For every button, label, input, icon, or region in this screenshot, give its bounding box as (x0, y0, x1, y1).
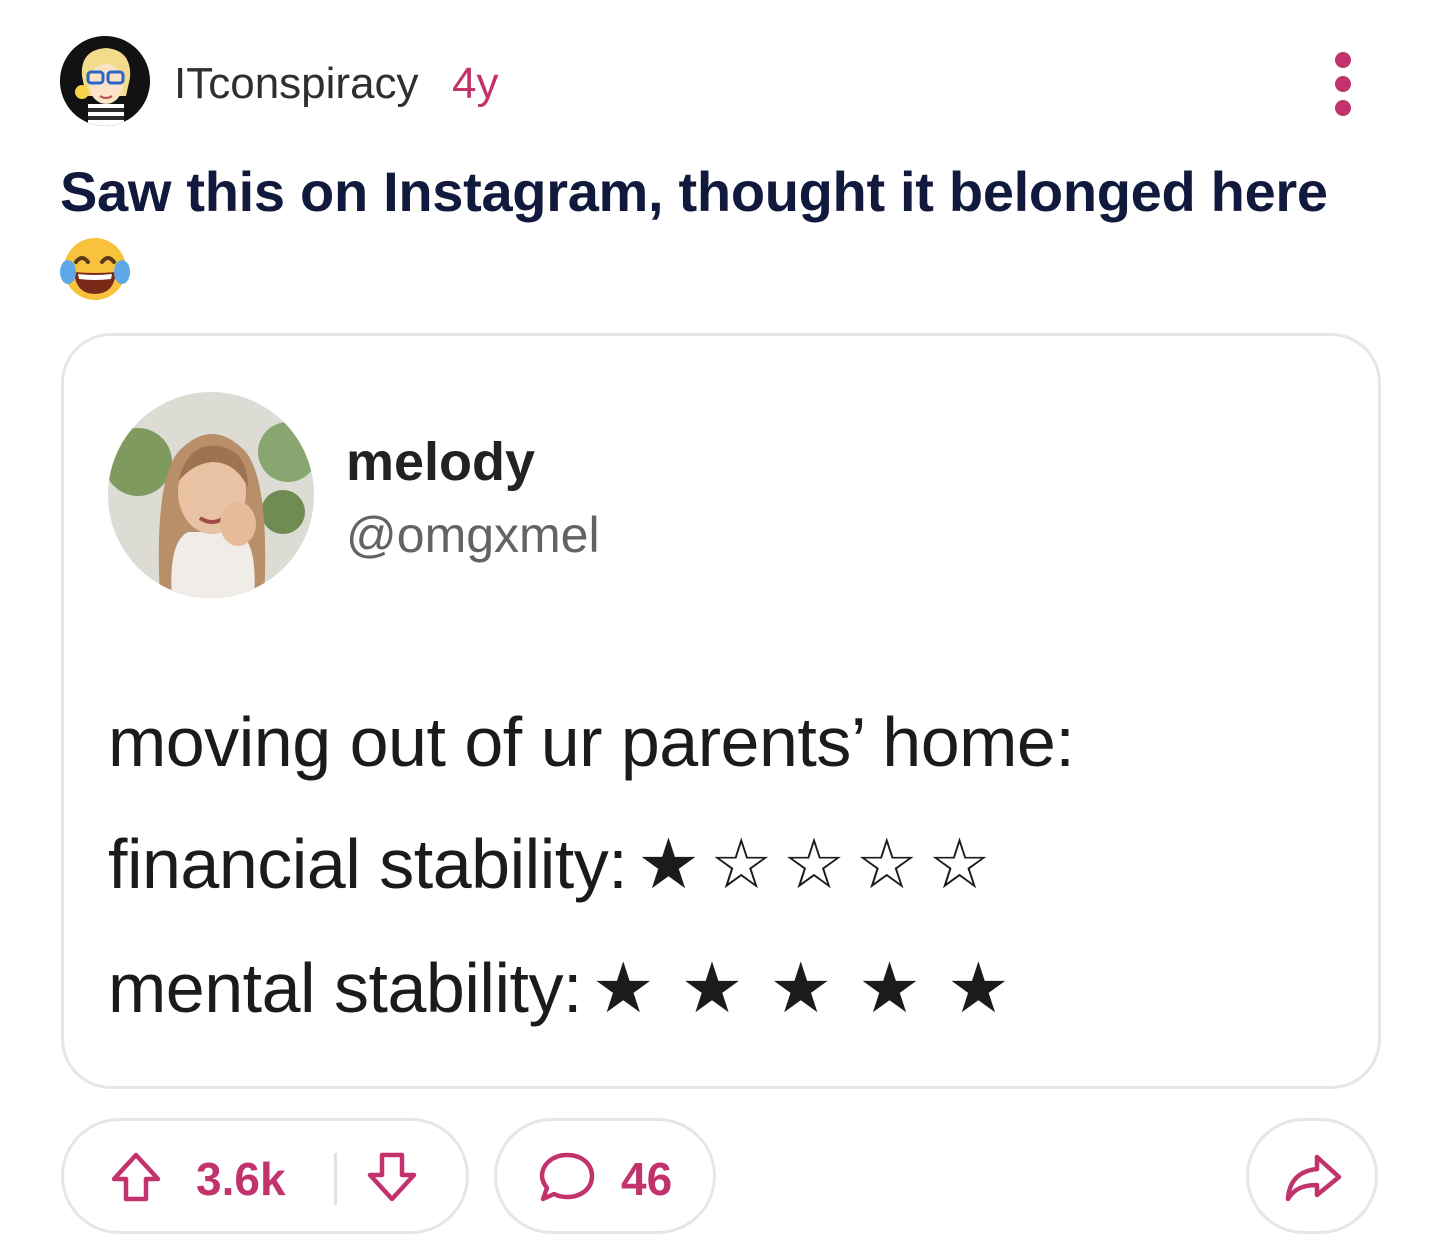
cartoon-avatar-icon (60, 36, 150, 126)
face-with-tears-of-joy-icon (60, 238, 130, 300)
comment-count: 46 (621, 1153, 673, 1205)
financial-stability-line: financial stability: ★☆☆☆☆ (108, 822, 1001, 906)
post-title[interactable]: Saw this on Instagram, thought it belong… (60, 158, 1390, 226)
comments-button[interactable]: 46 (494, 1118, 716, 1234)
arrow-down-icon[interactable] (360, 1145, 424, 1209)
mental-stability-label: mental stability: (108, 949, 582, 1027)
financial-stability-stars: ★☆☆☆☆ (637, 825, 1001, 903)
mental-stability-stars: ★★★★★ (591, 949, 1036, 1027)
embedded-text-line: moving out of ur parents’ home: (108, 703, 1075, 781)
financial-stability-label: financial stability: (108, 825, 628, 903)
post-image-card[interactable]: melody @omgxmel moving out of ur parents… (61, 333, 1381, 1089)
speech-bubble-icon (539, 1152, 595, 1202)
arrow-up-icon[interactable] (104, 1145, 168, 1209)
author-username[interactable]: ITconspiracy (174, 58, 419, 110)
more-options-button[interactable] (1326, 48, 1360, 120)
embedded-display-name: melody (346, 432, 536, 492)
embedded-profile-photo (108, 392, 314, 598)
vote-divider (334, 1153, 337, 1205)
share-button[interactable] (1246, 1118, 1378, 1234)
share-arrow-icon (1285, 1154, 1342, 1202)
embedded-handle: @omgxmel (346, 507, 600, 563)
upvote-count: 3.6k (196, 1153, 286, 1205)
author-avatar[interactable] (60, 36, 150, 126)
vote-bar: 3.6k (61, 1118, 469, 1234)
mental-stability-line: mental stability: ★★★★★ (108, 946, 1036, 1030)
more-vertical-icon (1335, 52, 1351, 68)
post-age: 4y (452, 59, 499, 108)
